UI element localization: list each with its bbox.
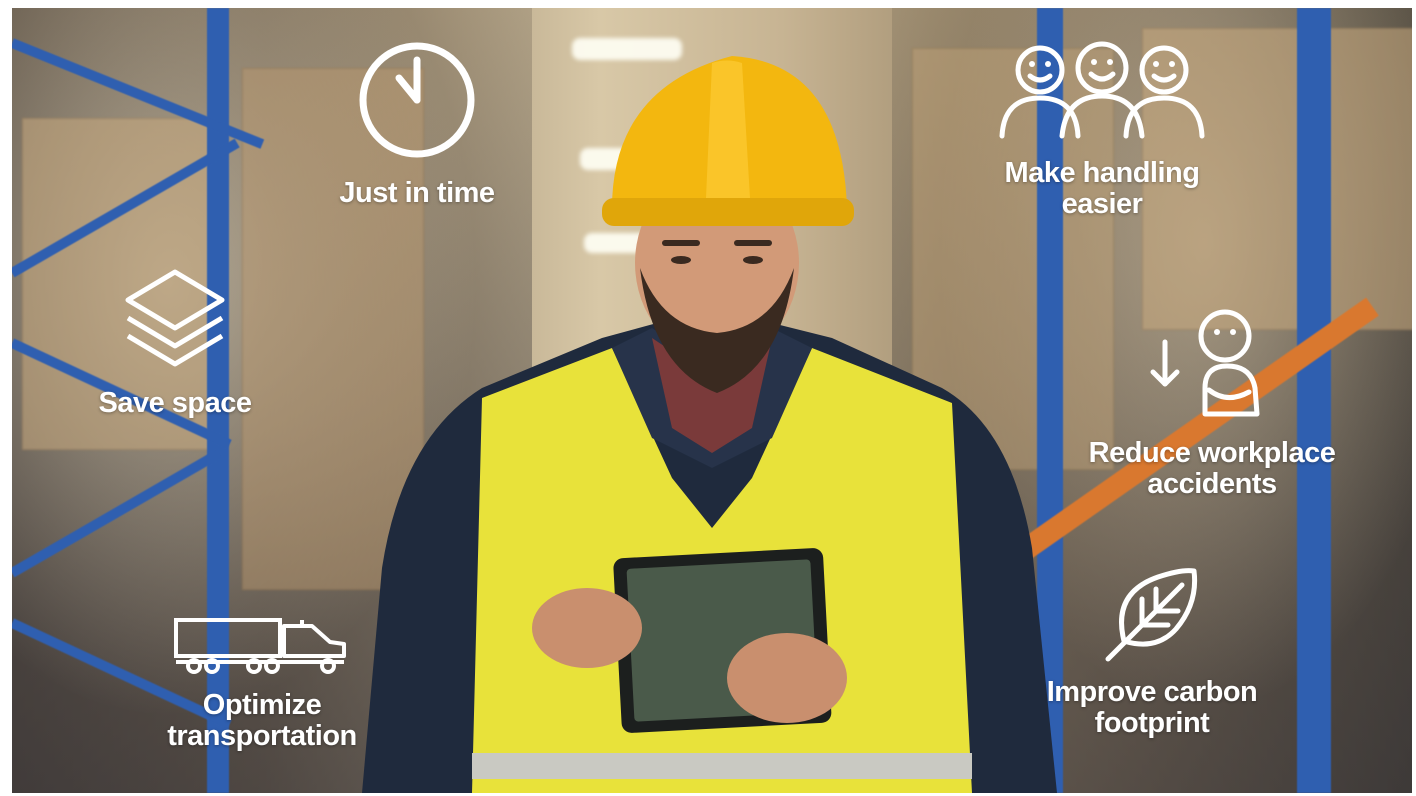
save-space-item: Save space xyxy=(80,266,270,419)
reduce-accidents-label-line2: accidents xyxy=(1147,468,1277,500)
injured-person-icon xyxy=(1062,308,1362,420)
eyebrow xyxy=(662,240,700,246)
reduce-workplace-accidents-item: Reduce workplace accidents xyxy=(1062,308,1362,500)
eye xyxy=(671,256,691,264)
make-handling-easier-item: Make handling easier xyxy=(972,40,1232,220)
eye xyxy=(743,256,763,264)
layers-icon xyxy=(80,266,270,374)
hard-hat-brim xyxy=(602,198,854,226)
improve-carbon-footprint-item: Improve carbon footprint xyxy=(1017,563,1287,739)
make-handling-label-line2: easier xyxy=(1061,188,1143,220)
reduce-accidents-label-line1: Reduce workplace xyxy=(1088,437,1336,469)
optimize-label-line1: Optimize xyxy=(202,689,322,721)
reflective-strip xyxy=(472,753,972,779)
optimize-transportation-item: Optimize transportation xyxy=(142,612,382,752)
people-icon xyxy=(972,40,1232,140)
make-handling-label-line1: Make handling xyxy=(1004,157,1200,189)
just-in-time-item: Just in time xyxy=(317,38,517,209)
improve-carbon-label-line2: footprint xyxy=(1094,707,1210,739)
leaf-icon xyxy=(1017,563,1287,663)
save-space-label: Save space xyxy=(98,387,252,419)
improve-carbon-label-line1: Improve carbon xyxy=(1046,676,1258,708)
truck-icon xyxy=(142,612,382,674)
eyebrow xyxy=(734,240,772,246)
clock-icon xyxy=(317,38,517,162)
optimize-label-line2: transportation xyxy=(167,720,357,752)
right-hand xyxy=(727,633,847,723)
just-in-time-label: Just in time xyxy=(339,177,495,209)
left-hand xyxy=(532,588,642,668)
warehouse-photo: Just in time Save space Optimize transpo… xyxy=(12,8,1412,793)
